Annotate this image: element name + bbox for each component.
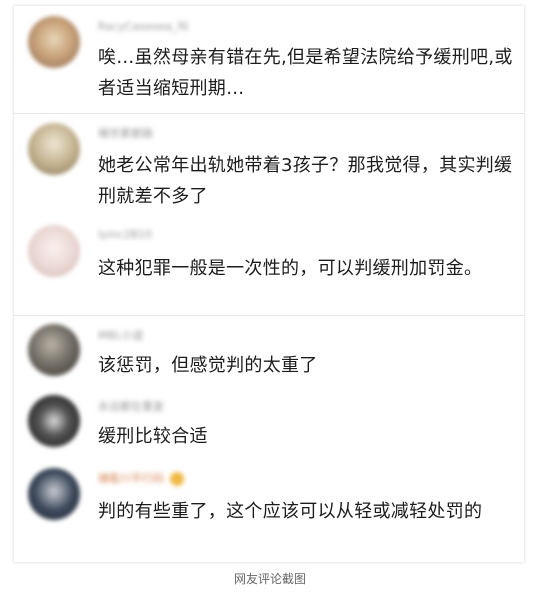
comment-text: 该惩罚，但感觉判的太重了 bbox=[98, 355, 318, 376]
avatar[interactable] bbox=[28, 123, 80, 175]
comment-username[interactable]: 永远都在重复 bbox=[98, 398, 164, 414]
comment-username[interactable]: 楊世累都路 bbox=[98, 125, 153, 141]
image-caption: 网友评论截图 bbox=[233, 572, 306, 586]
comment-item: lyinc2B10 这种犯罪一般是一次性的，可以判缓刑加罚金。 bbox=[14, 217, 524, 315]
comment-item: 楊世累都路 她老公常年出轨她带着3孩子？那我觉得，其实判缓刑就差不多了 bbox=[14, 114, 524, 216]
avatar[interactable] bbox=[28, 468, 80, 520]
comment-username[interactable]: lyinc2B10 bbox=[98, 228, 152, 244]
comment-username[interactable]: RacyCaseoea_叫 bbox=[98, 18, 188, 34]
comment-text: 判的有些重了，这个应该可以从轻或减轻处罚的 bbox=[98, 501, 483, 522]
comment-item: 永远都在重复 缓刑比较合适 bbox=[14, 385, 524, 455]
avatar[interactable] bbox=[28, 16, 80, 68]
comment-username-text: 捕看川平行码 bbox=[98, 472, 164, 485]
comment-text: 她老公常年出轨她带着3孩子？那我觉得，其实判缓刑就差不多了 bbox=[98, 155, 513, 207]
vip-badge-icon bbox=[170, 472, 184, 486]
avatar[interactable] bbox=[28, 395, 80, 447]
comment-text: 这种犯罪一般是一次性的，可以判缓刑加罚金。 bbox=[98, 258, 483, 279]
comment-item: RacyCaseoea_叫 唉…虽然母亲有错在先,但是希望法院给予缓刑吧,或者适… bbox=[14, 6, 524, 113]
comment-username[interactable]: 捕看川平行码 bbox=[98, 470, 184, 486]
comments-panel: RacyCaseoea_叫 唉…虽然母亲有错在先,但是希望法院给予缓刑吧,或者适… bbox=[14, 6, 524, 562]
comment-text: 缓刑比较合适 bbox=[98, 426, 208, 447]
avatar[interactable] bbox=[28, 225, 80, 277]
comment-username[interactable]: MBL小谙 bbox=[98, 327, 143, 343]
comment-item: 捕看川平行码 判的有些重了，这个应该可以从轻或减轻处罚的 bbox=[14, 456, 524, 562]
comment-item: MBL小谙 该惩罚，但感觉判的太重了 bbox=[14, 316, 524, 384]
avatar[interactable] bbox=[28, 324, 80, 376]
comment-text: 唉…虽然母亲有错在先,但是希望法院给予缓刑吧,或者适当缩短刑期… bbox=[98, 47, 513, 99]
